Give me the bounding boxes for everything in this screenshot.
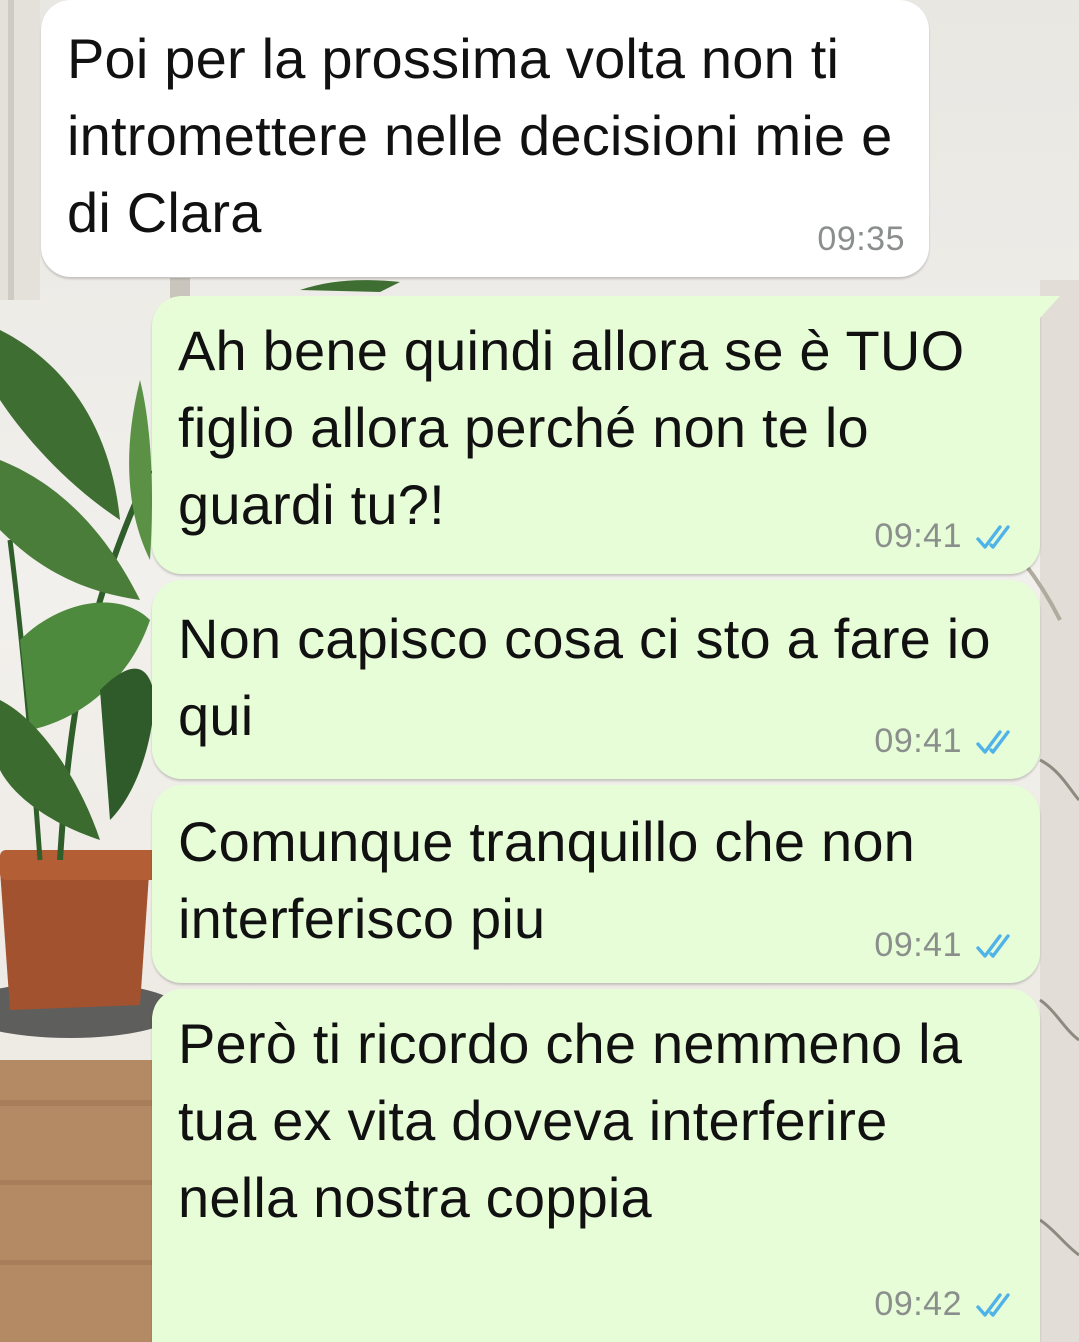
message-timestamp: 09:41: [874, 722, 962, 760]
message-meta: 09:42: [874, 1285, 1016, 1324]
message-meta: 09:41: [874, 926, 1016, 965]
message-timestamp: 09:42: [874, 1285, 962, 1323]
message-meta: 09:35: [817, 220, 905, 259]
message-text: Ah bene quindi allora se è TUO figlio al…: [178, 319, 965, 536]
double-check-read-icon: [976, 524, 1010, 549]
message-bubble-outgoing[interactable]: Però ti ricordo che nemmeno la tua ex vi…: [152, 989, 1040, 1342]
double-check-read-icon: [976, 933, 1010, 958]
double-check-read-icon: [976, 1292, 1010, 1317]
message-timestamp: 09:35: [817, 220, 905, 258]
message-meta: 09:41: [874, 517, 1016, 556]
message-bubble-outgoing[interactable]: Comunque tranquillo che non interferisco…: [152, 785, 1040, 983]
message-meta: 09:41: [874, 722, 1016, 761]
message-bubble-outgoing[interactable]: Non capisco cosa ci sto a fare io qui 09…: [152, 580, 1040, 779]
double-check-read-icon: [976, 729, 1010, 754]
message-timestamp: 09:41: [874, 517, 962, 555]
message-text: Però ti ricordo che nemmeno la tua ex vi…: [178, 1012, 963, 1229]
bubble-tail: [1040, 296, 1060, 318]
message-text: Poi per la prossima volta non ti introme…: [67, 27, 893, 244]
message-bubble-outgoing[interactable]: Ah bene quindi allora se è TUO figlio al…: [152, 296, 1040, 574]
message-timestamp: 09:41: [874, 926, 962, 964]
message-bubble-incoming[interactable]: Poi per la prossima volta non ti introme…: [41, 0, 929, 277]
